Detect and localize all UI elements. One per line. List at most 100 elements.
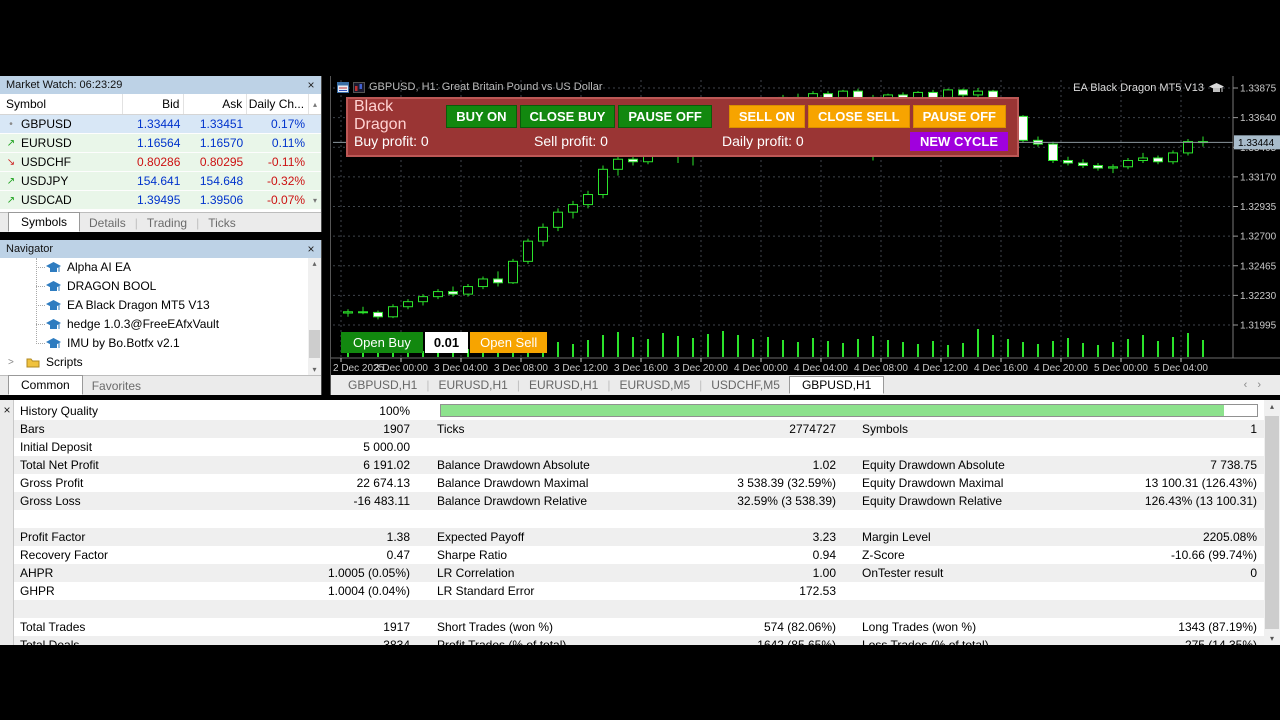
report-row: Total Deals3834Profit Trades (% of total… xyxy=(14,636,1264,645)
bid-value: 154.641 xyxy=(123,174,185,188)
stat-value: 172.53 xyxy=(799,582,836,600)
screen-letterbox xyxy=(0,645,1280,720)
tab-favorites[interactable]: Favorites xyxy=(83,377,150,395)
tab-scroll-arrows[interactable]: ‹› xyxy=(1244,379,1271,391)
navigator-scrollbar[interactable]: ▴ ▾ xyxy=(308,258,321,375)
symbol-cell: ↗EURUSD xyxy=(0,136,123,150)
quick-trade-bar: Open Buy 0.01 Open Sell xyxy=(341,332,547,353)
open-buy-button[interactable]: Open Buy xyxy=(341,332,423,353)
open-sell-button[interactable]: Open Sell xyxy=(470,332,547,353)
close-icon[interactable]: × xyxy=(0,403,14,417)
stat-value: 3834 xyxy=(383,636,410,645)
black-dragon-ea-panel: Black Dragon BUY ONCLOSE BUYPAUSE OFF SE… xyxy=(346,97,1019,157)
symbol-name: USDCAD xyxy=(21,193,72,207)
expand-icon[interactable]: > xyxy=(8,353,14,372)
scroll-down-icon[interactable]: ▾ xyxy=(308,365,321,374)
market-watch-titlebar[interactable]: Market Watch: 06:23:29 × xyxy=(0,76,321,94)
chart-tab-1-eurusdh1[interactable]: EURUSD,H1 xyxy=(429,376,516,394)
tab-details[interactable]: Details xyxy=(80,214,135,232)
strategy-tester-side-tab[interactable]: × Strategy Tester xyxy=(0,400,14,645)
lot-size-input[interactable]: 0.01 xyxy=(425,332,468,353)
stat-value: 1.0004 (0.04%) xyxy=(328,582,410,600)
stat-value: 0.47 xyxy=(387,546,410,564)
close-icon[interactable]: × xyxy=(304,242,318,256)
scroll-down-icon[interactable]: ▾ xyxy=(1264,634,1280,643)
report-row xyxy=(14,510,1264,528)
symbol-row-usdchf[interactable]: ↘USDCHF0.802860.80295-0.11% xyxy=(0,153,321,172)
navigator-item-scripts[interactable]: > Scripts xyxy=(0,353,321,372)
ea-pause-off-button[interactable]: PAUSE OFF xyxy=(618,105,711,128)
ea-close-buy-button[interactable]: CLOSE BUY xyxy=(520,105,616,128)
navigator-item-ea-black-dragon-mt5-v13[interactable]: EA Black Dragon MT5 V13 xyxy=(0,296,321,315)
stat-label: Bars xyxy=(20,420,45,438)
tab-symbols[interactable]: Symbols xyxy=(8,212,80,232)
chart-tab-3-eurusdm5[interactable]: EURUSD,M5 xyxy=(610,376,699,394)
expert-advisor-icon xyxy=(46,281,61,293)
navigator-item-label: Scripts xyxy=(46,353,83,372)
price-tick-label: 1.32465 xyxy=(1240,261,1277,272)
scroll-up-icon[interactable]: ▴ xyxy=(308,259,321,268)
navigator-item-dragon-bool[interactable]: DRAGON BOOL xyxy=(0,277,321,296)
ea-close-sell-sell-button[interactable]: CLOSE SELL xyxy=(808,105,910,128)
tab-ticks[interactable]: Ticks xyxy=(199,214,245,232)
navigator-item-hedge-1-0-3-freeeafxvault[interactable]: hedge 1.0.3@FreeEAfxVault xyxy=(0,315,321,334)
column-header-bid[interactable]: Bid xyxy=(123,94,185,114)
tab-trading[interactable]: Trading xyxy=(138,214,196,232)
navigator-panel: Navigator × Alpha AI EADRAGON BOOLEA Bla… xyxy=(0,240,322,395)
time-tick-label: 5 Dec 00:00 xyxy=(1094,363,1148,374)
navigator-titlebar[interactable]: Navigator × xyxy=(0,240,321,258)
navigator-item-label: EA Black Dragon MT5 V13 xyxy=(67,296,210,315)
chart-tab-2-eurusdh1[interactable]: EURUSD,H1 xyxy=(520,376,607,394)
stat-label: Total Trades xyxy=(20,618,85,636)
stat-value: 0 xyxy=(1250,564,1257,582)
tab-scroll-right-icon[interactable]: › xyxy=(1257,379,1271,391)
buy-profit-label: Buy profit: 0 xyxy=(354,133,534,149)
time-tick-label: 4 Dec 08:00 xyxy=(854,363,908,374)
scroll-up-icon[interactable]: ▴ xyxy=(1264,402,1280,411)
chart-tab-0-gbpusdh1[interactable]: GBPUSD,H1 xyxy=(339,376,426,394)
stat-value: 5 000.00 xyxy=(363,438,410,456)
stat-label: Profit Factor xyxy=(20,528,85,546)
scroll-down-icon[interactable]: ▾ xyxy=(309,196,321,205)
symbol-row-eurusd[interactable]: ↗EURUSD1.165641.165700.11% xyxy=(0,134,321,153)
navigator-item-imu-by-bo-botfx-v2-1[interactable]: IMU by Bo.Botfx v2.1 xyxy=(0,334,321,353)
time-tick-label: 3 Dec 20:00 xyxy=(674,363,728,374)
new-cycle-button[interactable]: NEW CYCLE xyxy=(910,132,1008,151)
scrollbar-thumb[interactable] xyxy=(1265,416,1279,629)
stat-label: Balance Drawdown Relative xyxy=(437,492,587,510)
close-icon[interactable]: × xyxy=(304,78,318,92)
symbol-name: EURUSD xyxy=(21,136,72,150)
tab-common[interactable]: Common xyxy=(8,375,83,395)
time-tick-label: 4 Dec 00:00 xyxy=(734,363,788,374)
tester-report-table: History Quality100%Bars1907Ticks2774727S… xyxy=(14,402,1264,645)
symbol-row-gbpusd[interactable]: •GBPUSD1.334441.334510.17% xyxy=(0,115,321,134)
chart-tab-5-gbpusdh1[interactable]: GBPUSD,H1 xyxy=(789,376,884,394)
trend-up-icon: ↗ xyxy=(6,195,16,206)
tab-scroll-left-icon[interactable]: ‹ xyxy=(1244,379,1258,391)
column-header-symbol[interactable]: Symbol xyxy=(0,94,123,114)
stat-value: 2774727 xyxy=(789,420,836,438)
ea-pause-off-sell-button[interactable]: PAUSE OFF xyxy=(913,105,1006,128)
symbol-name: USDJPY xyxy=(21,174,68,188)
navigator-item-alpha-ai-ea[interactable]: Alpha AI EA xyxy=(0,258,321,277)
column-header-dailych[interactable]: Daily Ch... xyxy=(247,94,309,114)
navigator-title: Navigator xyxy=(6,243,53,255)
stat-label: Expected Payoff xyxy=(437,528,524,546)
stat-value: 1917 xyxy=(383,618,410,636)
scrollbar-thumb[interactable] xyxy=(309,330,320,358)
ea-buy-on-button[interactable]: BUY ON xyxy=(446,105,516,128)
stat-label: GHPR xyxy=(20,582,55,600)
symbol-row-usdcad[interactable]: ↗USDCAD1.394951.39506-0.07%▾ xyxy=(0,191,321,210)
time-tick-label: 5 Dec 04:00 xyxy=(1154,363,1208,374)
stat-value: -16 483.11 xyxy=(354,492,411,510)
column-header-ask[interactable]: Ask xyxy=(184,94,247,114)
stat-value: 1.02 xyxy=(813,456,836,474)
symbol-row-usdjpy[interactable]: ↗USDJPY154.641154.648-0.32% xyxy=(0,172,321,191)
chart-tab-4-usdchfm5[interactable]: USDCHF,M5 xyxy=(702,376,789,394)
tester-scrollbar[interactable]: ▴ ▾ xyxy=(1264,400,1280,645)
ea-profit-row: Buy profit: 0 Sell profit: 0 Daily profi… xyxy=(348,129,1017,153)
report-row: Bars1907Ticks2774727Symbols1 xyxy=(14,420,1264,438)
navigator-item-label: DRAGON BOOL xyxy=(67,277,156,296)
scroll-up-icon[interactable]: ▴ xyxy=(309,100,321,109)
ea-sell-on-sell-button[interactable]: SELL ON xyxy=(729,105,805,128)
